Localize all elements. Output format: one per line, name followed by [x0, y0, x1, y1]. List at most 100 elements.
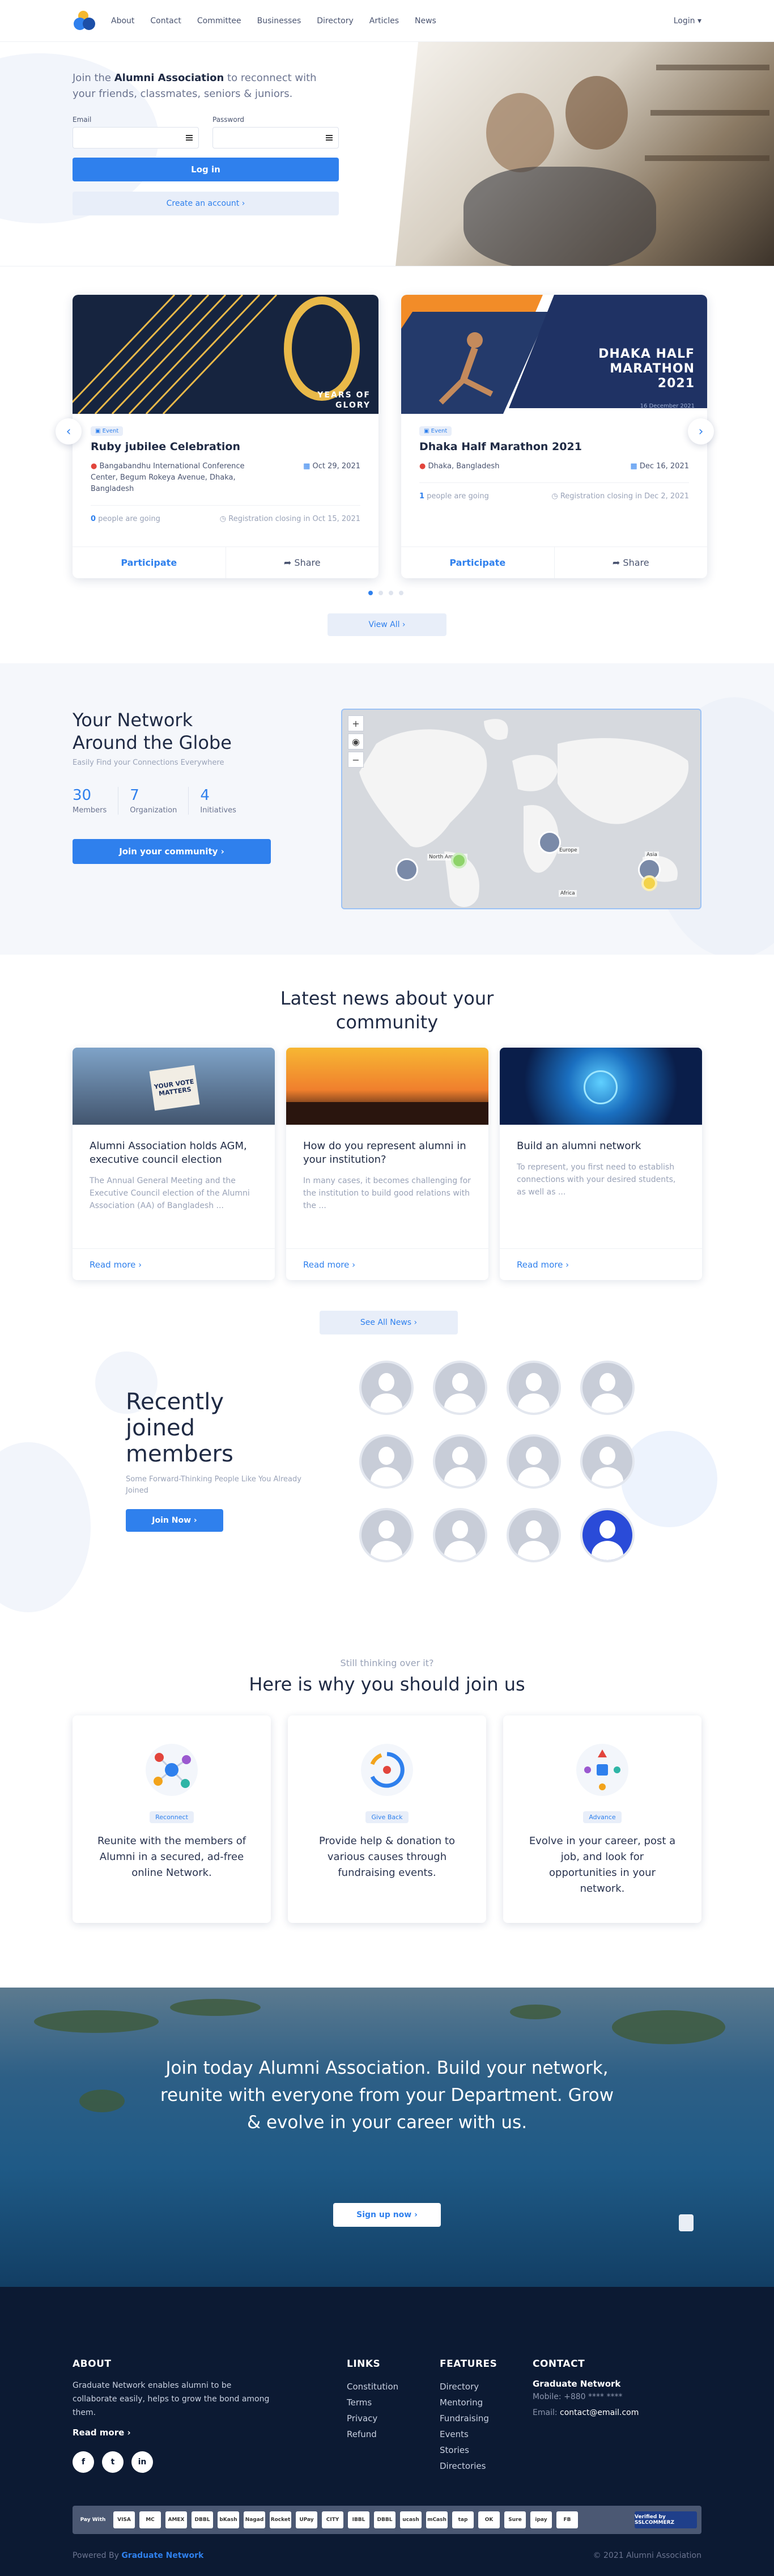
nav-link-contact[interactable]: Contact	[150, 16, 181, 26]
amex-logo: AMEX	[165, 2511, 187, 2528]
member-avatar[interactable]	[433, 1434, 487, 1489]
why-card-text: Evolve in your career, post a job, and l…	[529, 1835, 676, 1895]
facebook-icon[interactable]: f	[73, 2451, 94, 2473]
carousel-dots	[368, 591, 403, 595]
event-image-date: 16 December 2021	[640, 403, 695, 409]
upay-logo: UPay	[296, 2511, 317, 2528]
event-image: YEARS OF GLORY	[73, 295, 379, 414]
footer-link[interactable]: Terms	[347, 2395, 398, 2410]
member-avatar[interactable]	[507, 1434, 561, 1489]
email-field[interactable]	[73, 127, 199, 149]
world-map[interactable]: + ◉ − North America Europe Asia Africa	[341, 709, 701, 909]
event-title[interactable]: Dhaka Half Marathon 2021	[419, 440, 689, 453]
why-card: Reconnect Reunite with the members of Al…	[73, 1715, 271, 1923]
news-card[interactable]: Build an alumni network To represent, yo…	[500, 1048, 702, 1280]
why-join-section: Still thinking over it? Here is why you …	[0, 1658, 774, 1988]
footer-feature-link[interactable]: Fundraising	[440, 2410, 497, 2426]
news-excerpt: The Annual General Meeting and the Execu…	[90, 1176, 250, 1210]
view-all-events-button[interactable]: View All ›	[328, 613, 446, 636]
member-avatar[interactable]	[359, 1508, 414, 1562]
read-more-link[interactable]: Read more ›	[286, 1248, 488, 1280]
site-logo[interactable]	[73, 10, 95, 32]
footer-feature-link[interactable]: Stories	[440, 2442, 497, 2458]
stat-value: 30	[73, 787, 92, 804]
signup-button[interactable]: Sign up now ›	[333, 2203, 441, 2227]
nav-link-about[interactable]: About	[111, 16, 134, 26]
member-avatar[interactable]	[433, 1361, 487, 1415]
member-avatar[interactable]	[359, 1361, 414, 1415]
login-dropdown[interactable]: Login ▾	[674, 16, 701, 26]
news-card[interactable]: YOUR VOTE MATTERS Alumni Association hol…	[73, 1048, 275, 1280]
footer-feature-link[interactable]: Directory	[440, 2379, 497, 2395]
carousel-dot[interactable]	[379, 591, 383, 595]
participate-button[interactable]: Participate	[401, 547, 555, 578]
nav-link-businesses[interactable]: Businesses	[257, 16, 301, 26]
site-footer: ABOUT Graduate Network enables alumni to…	[0, 2287, 774, 2576]
member-avatar[interactable]	[580, 1361, 635, 1415]
linkedin-icon[interactable]: in	[131, 2451, 153, 2473]
map-cluster-marker[interactable]	[641, 875, 657, 891]
nav-link-committee[interactable]: Committee	[197, 16, 241, 26]
nav-link-news[interactable]: News	[415, 16, 436, 26]
carousel-dot[interactable]	[368, 591, 373, 595]
share-button[interactable]: ➦ Share	[226, 547, 379, 578]
news-card[interactable]: How do you represent alumni in your inst…	[286, 1048, 488, 1280]
create-account-button[interactable]: Create an account ›	[73, 192, 339, 215]
participate-button[interactable]: Participate	[73, 547, 226, 578]
join-now-button[interactable]: Join Now ›	[126, 1509, 223, 1532]
footer-links-title: LINKS	[347, 2358, 381, 2370]
map-cluster-marker[interactable]	[451, 853, 467, 868]
carousel-next-arrow-icon[interactable]: ›	[688, 418, 714, 444]
field-menu-icon	[186, 135, 193, 141]
footer-read-more-link[interactable]: Read more ›	[73, 2427, 277, 2438]
news-title-text[interactable]: Alumni Association holds AGM, executive …	[73, 1125, 275, 1167]
news-image	[500, 1048, 702, 1125]
map-member-pin[interactable]	[538, 831, 561, 854]
news-title-text[interactable]: How do you represent alumni in your inst…	[286, 1125, 488, 1167]
carousel-prev-arrow-icon[interactable]: ‹	[56, 418, 82, 444]
event-card[interactable]: YEARS OF GLORY ▣ Event Ruby jubilee Celeb…	[73, 295, 379, 578]
news-title-text[interactable]: Build an alumni network	[500, 1125, 702, 1153]
event-title[interactable]: Ruby jubilee Celebration	[91, 440, 360, 453]
locate-icon[interactable]: ◉	[348, 734, 364, 749]
login-button[interactable]: Log in	[73, 158, 339, 181]
map-member-pin[interactable]	[395, 858, 418, 881]
footer-link[interactable]: Constitution	[347, 2379, 398, 2395]
events-section: YEARS OF GLORY ▣ Event Ruby jubilee Celeb…	[0, 266, 774, 663]
calendar-icon: ▦	[630, 462, 637, 471]
payment-logo: OK	[478, 2511, 500, 2528]
footer-feature-link[interactable]: Mentoring	[440, 2395, 497, 2410]
password-field[interactable]	[212, 127, 339, 149]
read-more-link[interactable]: Read more ›	[73, 1248, 275, 1280]
news-image	[286, 1048, 488, 1125]
twitter-icon[interactable]: t	[102, 2451, 124, 2473]
nav-link-articles[interactable]: Articles	[369, 16, 399, 26]
zoom-in-button[interactable]: +	[348, 715, 364, 731]
nagad-logo: Nagad	[244, 2511, 265, 2528]
footer-contact-title: CONTACT	[533, 2358, 585, 2370]
member-avatar[interactable]	[433, 1508, 487, 1562]
join-community-button[interactable]: Join your community ›	[73, 839, 271, 864]
event-location: ● Bangabandhu International Conference C…	[91, 462, 245, 493]
carousel-dot[interactable]	[399, 591, 403, 595]
member-avatar-photo[interactable]	[580, 1508, 635, 1562]
share-button[interactable]: ➦ Share	[555, 547, 708, 578]
member-avatar[interactable]	[580, 1434, 635, 1489]
footer-link[interactable]: Privacy	[347, 2410, 398, 2426]
read-more-link[interactable]: Read more ›	[500, 1248, 702, 1280]
member-avatar[interactable]	[507, 1508, 561, 1562]
member-avatar[interactable]	[507, 1361, 561, 1415]
share-icon: ➦	[283, 557, 295, 568]
footer-feature-link[interactable]: Events	[440, 2426, 497, 2442]
footer-link[interactable]: Refund	[347, 2426, 398, 2442]
why-card-tag: Reconnect	[150, 1811, 194, 1823]
share-icon: ➦	[612, 557, 623, 568]
event-card[interactable]: DHAKA HALF MARATHON 2021 16 December 2021 …	[401, 295, 707, 578]
zoom-out-button[interactable]: −	[348, 752, 364, 768]
carousel-dot[interactable]	[389, 591, 393, 595]
member-avatar[interactable]	[359, 1434, 414, 1489]
nav-link-directory[interactable]: Directory	[317, 16, 354, 26]
mastercard-logo: MC	[139, 2511, 161, 2528]
rocket-logo: Rocket	[270, 2511, 291, 2528]
footer-feature-link[interactable]: Directories	[440, 2458, 497, 2474]
